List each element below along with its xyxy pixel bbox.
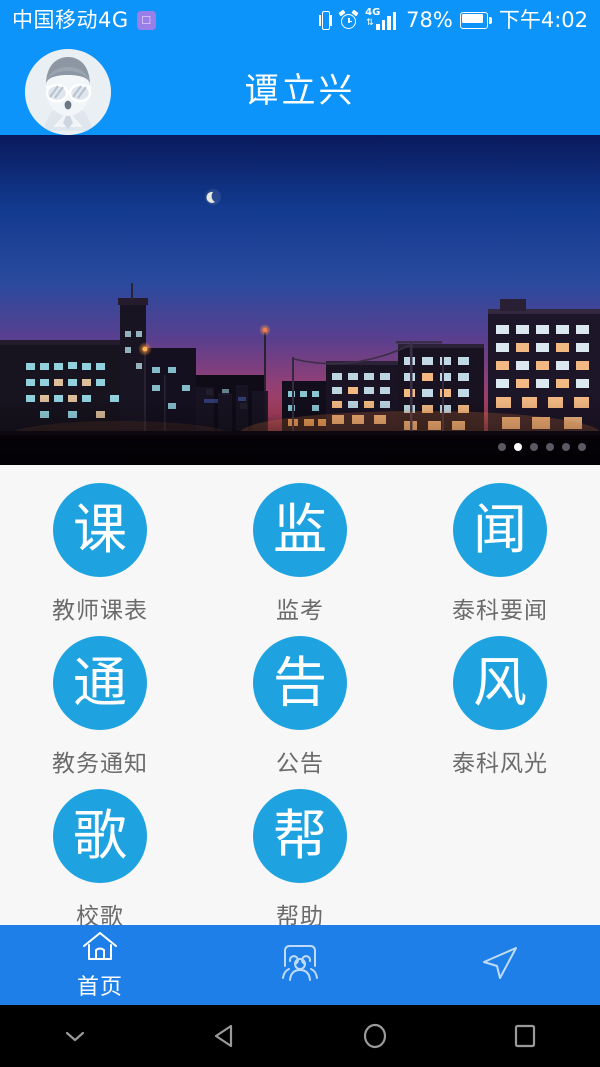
grid-item-help[interactable]: 帮 帮助 xyxy=(200,789,400,925)
square-recents-icon xyxy=(514,1024,536,1048)
grid-item-label: 校歌 xyxy=(76,904,124,925)
battery-icon xyxy=(459,11,492,29)
send-icon xyxy=(483,947,517,979)
taike-scenery-icon: 风 xyxy=(453,636,547,730)
circle-home-icon xyxy=(363,1023,387,1049)
grid-item-taike-news[interactable]: 闻 泰科要闻 xyxy=(400,483,600,636)
grid-item-taike-scenery[interactable]: 风 泰科风光 xyxy=(400,636,600,789)
recents-button[interactable] xyxy=(450,1005,600,1067)
grid-item-announcement[interactable]: 告 公告 xyxy=(200,636,400,789)
grid-item-label: 公告 xyxy=(276,751,324,777)
taike-news-icon: 闻 xyxy=(453,483,547,577)
carousel-dot[interactable] xyxy=(578,443,586,451)
grid-item-label: 泰科要闻 xyxy=(452,598,548,624)
carousel-dot[interactable] xyxy=(546,443,554,451)
status-bar: 中国移动4G ☐ 4G ⇅ 78% 下午4:02 xyxy=(0,0,600,40)
chevron-down-icon xyxy=(65,1031,85,1042)
sim-card-icon: ☐ xyxy=(136,10,156,30)
vibrate-icon xyxy=(319,10,333,31)
school-song-icon: 歌 xyxy=(53,789,147,883)
triangle-back-icon xyxy=(214,1024,233,1048)
alarm-clock-icon xyxy=(338,9,359,30)
clock-label: 下午4:02 xyxy=(498,7,588,32)
announcement-icon: 告 xyxy=(253,636,347,730)
teacher-schedule-icon: 课 xyxy=(53,483,147,577)
hide-keyboard-button[interactable] xyxy=(0,1005,150,1067)
carousel-dot[interactable] xyxy=(530,443,538,451)
grid-item-label: 教务通知 xyxy=(52,751,148,777)
grid-item-school-song[interactable]: 歌 校歌 xyxy=(0,789,200,925)
carousel-dot[interactable] xyxy=(562,443,570,451)
home-button[interactable] xyxy=(300,1005,450,1067)
carousel-dot-active[interactable] xyxy=(514,443,522,451)
banner-carousel[interactable] xyxy=(0,135,600,465)
battery-percent-label: 78% xyxy=(406,7,453,32)
grid-item-empty xyxy=(400,789,600,925)
grid-item-label: 泰科风光 xyxy=(452,751,548,777)
grid-item-label: 教师课表 xyxy=(52,598,148,624)
tab-home-label: 首页 xyxy=(76,975,123,1000)
tab-home[interactable]: 首页 xyxy=(0,925,200,1005)
signal-bars-icon: 4G ⇅ xyxy=(365,8,399,31)
android-navigation-bar xyxy=(0,1005,600,1067)
contacts-icon xyxy=(282,945,318,981)
carousel-dot[interactable] xyxy=(498,443,506,451)
exam-proctoring-icon: 监 xyxy=(253,483,347,577)
grid-item-exam-proctoring[interactable]: 监 监考 xyxy=(200,483,400,636)
help-icon: 帮 xyxy=(253,789,347,883)
tab-contacts[interactable] xyxy=(200,925,400,1005)
back-button[interactable] xyxy=(150,1005,300,1067)
tab-send[interactable] xyxy=(400,925,600,1005)
carousel-dots[interactable] xyxy=(498,443,586,451)
status-bar-left: 中国移动4G ☐ xyxy=(12,7,156,32)
user-avatar-icon[interactable] xyxy=(25,49,111,135)
carrier-label: 中国移动4G xyxy=(12,7,129,32)
phone-screen: 中国移动4G ☐ 4G ⇅ 78% 下午4:02 谭立兴 课 教师课表 监 监考… xyxy=(0,0,600,1067)
home-icon xyxy=(83,932,117,960)
grid-item-label: 帮助 xyxy=(276,904,324,925)
bottom-tab-bar: 首页 xyxy=(0,925,600,1005)
feature-grid: 课 教师课表 监 监考 闻 泰科要闻 通 教务通知 告 公告 风 泰科风光 歌 … xyxy=(0,465,600,925)
grid-item-academic-notice[interactable]: 通 教务通知 xyxy=(0,636,200,789)
status-bar-right: 4G ⇅ 78% 下午4:02 xyxy=(319,7,588,32)
feature-grid-container: 课 教师课表 监 监考 闻 泰科要闻 通 教务通知 告 公告 风 泰科风光 歌 … xyxy=(0,465,600,925)
grid-item-teacher-schedule[interactable]: 课 教师课表 xyxy=(0,483,200,636)
app-header: 谭立兴 xyxy=(0,40,600,135)
grid-item-label: 监考 xyxy=(276,598,324,624)
academic-notice-icon: 通 xyxy=(53,636,147,730)
